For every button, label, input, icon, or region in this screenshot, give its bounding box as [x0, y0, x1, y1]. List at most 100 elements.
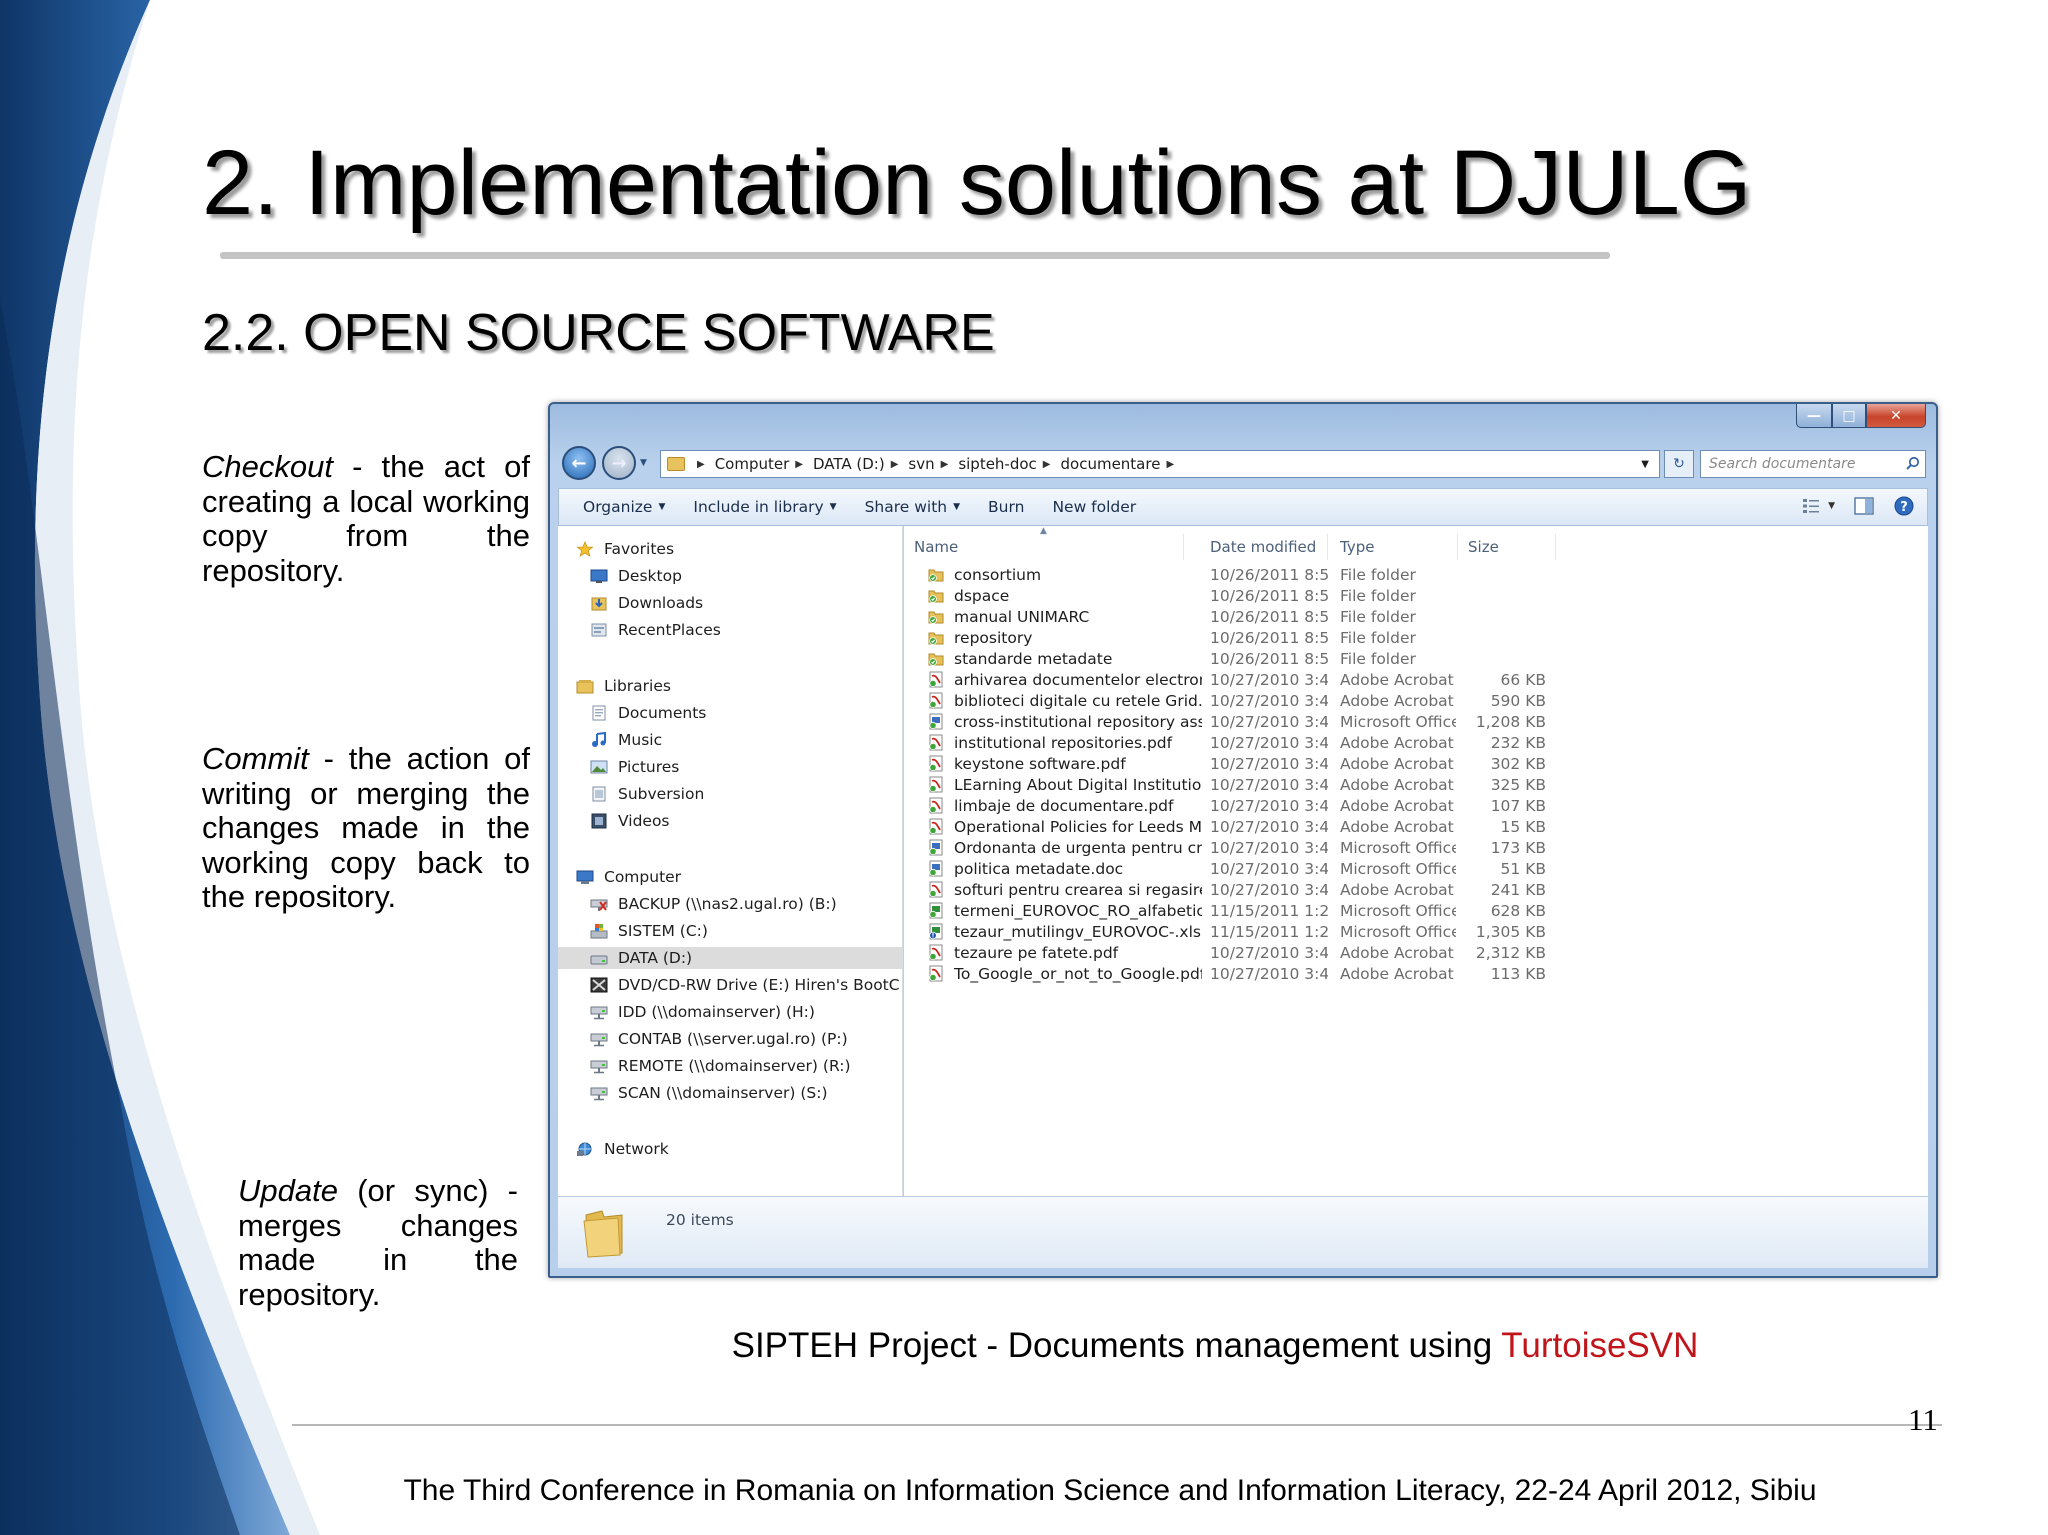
breadcrumb-sipteh-doc[interactable]: sipteh-doc — [958, 455, 1036, 473]
file-name: To_Google_or_not_to_Google.pdf — [954, 965, 1202, 983]
office-file-icon — [928, 839, 944, 856]
file-row[interactable]: softuri pentru crearea si regasirea docu… — [904, 879, 1928, 901]
navigation-pane: Favorites Desktop Downloads RecentPlaces… — [558, 526, 903, 1196]
tree-computer[interactable]: Computer — [576, 866, 681, 888]
help-icon[interactable]: ? — [1893, 495, 1915, 517]
file-type: File folder — [1340, 608, 1416, 626]
file-row[interactable]: repository 10/26/2011 8:53 PM File folder — [904, 627, 1928, 649]
tree-music[interactable]: Music — [590, 729, 662, 751]
breadcrumb-computer[interactable]: Computer — [715, 455, 790, 473]
close-button[interactable]: ✕ — [1866, 404, 1926, 428]
breadcrumb-data-drive[interactable]: DATA (D:) — [813, 455, 885, 473]
file-row[interactable]: biblioteci digitale cu retele Grid.pdf 10… — [904, 690, 1928, 712]
tree-data-drive[interactable]: DATA (D:) — [558, 947, 902, 969]
file-name: termeni_EUROVOC_RO_alfabetic.xls — [954, 902, 1202, 920]
tree-network[interactable]: Network — [576, 1138, 669, 1160]
recent-pages-dropdown-icon[interactable]: ▼ — [640, 458, 647, 468]
column-header-name[interactable]: Name — [904, 534, 1184, 560]
documents-icon — [592, 705, 606, 721]
file-row[interactable]: Operational Policies for Leeds Metropoli… — [904, 816, 1928, 838]
file-size: 51 KB — [1500, 860, 1546, 878]
file-size: 113 KB — [1490, 965, 1546, 983]
file-row[interactable]: cross-institutional repository assessmen… — [904, 711, 1928, 733]
file-row[interactable]: To_Google_or_not_to_Google.pdf 10/27/2010… — [904, 963, 1928, 985]
file-row[interactable]: standarde metadate 10/26/2011 8:53 PM File… — [904, 648, 1928, 670]
tree-contab-drive[interactable]: CONTAB (\\server.ugal.ro) (P:) — [590, 1028, 848, 1050]
tree-scan-drive[interactable]: SCAN (\\domainserver) (S:) — [590, 1082, 828, 1104]
breadcrumb-arrow-icon[interactable]: ▶ — [891, 459, 899, 470]
maximize-button[interactable]: □ — [1832, 404, 1866, 428]
file-size: 590 KB — [1490, 692, 1546, 710]
tree-sistem-drive[interactable]: SISTEM (C:) — [590, 920, 708, 942]
breadcrumb-arrow-icon[interactable]: ▶ — [697, 459, 705, 470]
file-date: 10/27/2010 3:45 PM — [1210, 860, 1328, 878]
tree-libraries[interactable]: Libraries — [576, 675, 671, 697]
file-row[interactable]: limbaje de documentare.pdf 10/27/2010 3:4… — [904, 795, 1928, 817]
refresh-button[interactable]: ↻ — [1664, 450, 1694, 478]
svn-folder-icon — [928, 587, 944, 604]
file-type: Microsoft Office P... — [1340, 713, 1456, 731]
preview-pane-icon[interactable] — [1853, 495, 1875, 517]
file-row[interactable]: consortium 10/26/2011 8:53 PM File folder — [904, 564, 1928, 586]
commit-definition: Commit - the action of writing or mergin… — [202, 741, 530, 915]
tree-favorites[interactable]: Favorites — [576, 538, 674, 560]
search-icon[interactable] — [1906, 456, 1920, 470]
file-size: 1,305 KB — [1475, 923, 1546, 941]
file-size: 173 KB — [1490, 839, 1546, 857]
tree-label: Documents — [618, 704, 707, 722]
breadcrumb-svn[interactable]: svn — [908, 455, 934, 473]
file-row[interactable]: keystone software.pdf 10/27/2010 3:45 PM A… — [904, 753, 1928, 775]
search-input[interactable]: Search documentare — [1700, 450, 1926, 478]
back-button[interactable]: ← — [562, 446, 596, 480]
file-date: 10/26/2011 8:53 PM — [1210, 629, 1328, 647]
column-header-type[interactable]: Type — [1330, 534, 1458, 560]
breadcrumb-arrow-icon[interactable]: ▶ — [1043, 459, 1051, 470]
file-row[interactable]: dspace 10/26/2011 8:53 PM File folder — [904, 585, 1928, 607]
tree-documents[interactable]: Documents — [590, 702, 706, 724]
tree-videos[interactable]: Videos — [590, 810, 670, 832]
organize-menu[interactable]: Organize ▼ — [569, 498, 679, 516]
change-view-icon[interactable] — [1800, 495, 1822, 517]
tree-remote-drive[interactable]: REMOTE (\\domainserver) (R:) — [590, 1055, 851, 1077]
column-header-date[interactable]: Date modified — [1200, 534, 1328, 560]
file-size: 2,312 KB — [1475, 944, 1546, 962]
share-with-menu[interactable]: Share with ▼ — [851, 498, 974, 516]
file-row[interactable]: termeni_EUROVOC_RO_alfabetic.xls 11/15/20… — [904, 900, 1928, 922]
minimize-button[interactable]: — — [1796, 404, 1832, 428]
tree-subversion[interactable]: Subversion — [590, 783, 704, 805]
tree-desktop[interactable]: Desktop — [590, 565, 682, 587]
address-bar[interactable]: ▶ Computer ▶ DATA (D:) ▶ svn ▶ sipteh-doc ▶ d… — [660, 450, 1660, 478]
file-size: 107 KB — [1490, 797, 1546, 815]
forward-button[interactable]: → — [602, 446, 636, 480]
tree-idd-drive[interactable]: IDD (\\domainserver) (H:) — [590, 1001, 815, 1023]
breadcrumb-arrow-icon[interactable]: ▶ — [795, 459, 803, 470]
breadcrumb-arrow-icon[interactable]: ▶ — [941, 459, 949, 470]
tree-pictures[interactable]: Pictures — [590, 756, 679, 778]
new-folder-button[interactable]: New folder — [1038, 498, 1150, 516]
include-in-library-menu[interactable]: Include in library ▼ — [679, 498, 850, 516]
file-row[interactable]: LEarning About Digital Institutional Rep… — [904, 774, 1928, 796]
tree-downloads[interactable]: Downloads — [590, 592, 703, 614]
file-row[interactable]: tezaure pe fatete.pdf 10/27/2010 3:45 PM A… — [904, 942, 1928, 964]
file-row[interactable]: institutional repositories.pdf 10/27/2010… — [904, 732, 1928, 754]
address-dropdown-icon[interactable]: ▼ — [1641, 459, 1649, 470]
tree-backup-drive[interactable]: BACKUP (\\nas2.ugal.ro) (B:) — [590, 893, 837, 915]
file-name: dspace — [954, 587, 1010, 605]
breadcrumb-arrow-icon[interactable]: ▶ — [1166, 459, 1174, 470]
file-row[interactable]: ! tezaur_mutilingv_EUROVOC-.xls 11/15/2011… — [904, 921, 1928, 943]
burn-button[interactable]: Burn — [974, 498, 1038, 516]
file-type: Adobe Acrobat D... — [1340, 965, 1456, 983]
file-row[interactable]: manual UNIMARC 10/26/2011 8:53 PM File fol… — [904, 606, 1928, 628]
file-row[interactable]: arhivarea documentelor electronice.pdf 10… — [904, 669, 1928, 691]
network-drive-icon — [590, 1060, 608, 1074]
column-header-size[interactable]: Size — [1458, 534, 1556, 560]
tree-dvd-drive[interactable]: DVD/CD-RW Drive (E:) Hiren's BootC — [590, 974, 900, 996]
file-row[interactable]: politica metadate.doc 10/27/2010 3:45 PM M… — [904, 858, 1928, 880]
music-icon — [592, 732, 606, 747]
tree-recent-places[interactable]: RecentPlaces — [590, 619, 721, 641]
breadcrumb-documentare[interactable]: documentare — [1061, 455, 1161, 473]
file-row[interactable]: Ordonanta de urgenta pentru crearea Bib.… — [904, 837, 1928, 859]
tree-label: Favorites — [604, 540, 675, 558]
new-folder-label: New folder — [1052, 498, 1137, 516]
view-options-dropdown-icon[interactable]: ▼ — [1828, 501, 1835, 511]
